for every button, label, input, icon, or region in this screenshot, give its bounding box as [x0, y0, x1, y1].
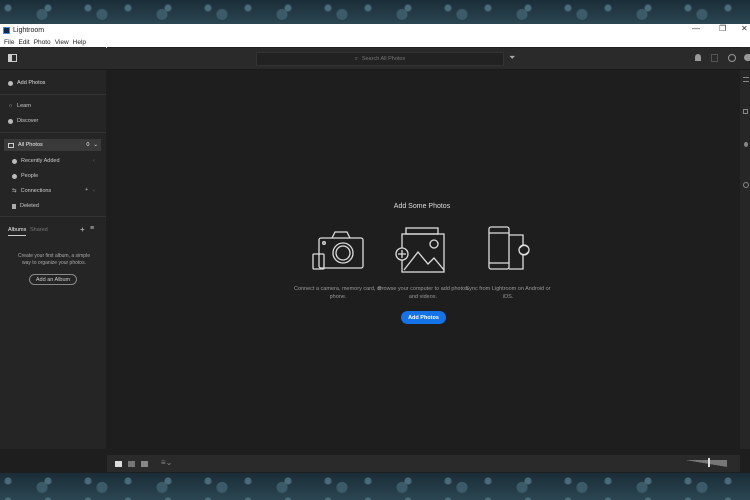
chevron-left-icon[interactable]: ‹ — [93, 188, 95, 194]
label: Deleted — [20, 203, 39, 209]
sidebar-item-learn[interactable]: ☼ Learn — [8, 103, 31, 109]
sidebar-item-deleted[interactable]: Deleted — [12, 203, 39, 209]
desktop-background — [0, 473, 750, 500]
filter-icon[interactable]: ⏷ — [509, 53, 515, 63]
right-panel-strip — [740, 47, 750, 449]
grid-view-icon[interactable] — [115, 461, 122, 467]
square-grid-icon[interactable] — [128, 461, 135, 467]
menu-view[interactable]: View — [55, 39, 69, 46]
title-bar: Lightroom — ❐ ✕ — [0, 24, 750, 37]
search-placeholder: Search All Photos — [361, 56, 406, 62]
albums-empty-text: Create your first album, a simple way to… — [18, 253, 90, 266]
trash-icon — [12, 203, 16, 209]
connections-icon: ⇆ — [12, 188, 17, 194]
mobile-sync-icon — [488, 226, 530, 270]
sort-menu-icon[interactable]: ≡⌄ — [161, 458, 172, 467]
add-photos-sidebar-button[interactable]: Add Photos — [8, 80, 45, 86]
sidebar-item-discover[interactable]: Discover — [8, 118, 38, 124]
add-connection-icon[interactable]: + — [85, 187, 88, 193]
notifications-icon[interactable] — [695, 54, 701, 61]
add-album-icon[interactable]: + — [80, 225, 85, 234]
label: Add Photos — [17, 80, 46, 86]
panel-toggle-icon[interactable] — [8, 54, 17, 62]
edit-icon[interactable] — [743, 77, 749, 82]
sync-mobile-text: Sync from Lightroom on Android or iOS. — [465, 286, 551, 300]
detail-view-icon[interactable] — [141, 461, 148, 467]
sidebar-item-connections[interactable]: ⇆ Connections — [12, 188, 51, 194]
menu-edit[interactable]: Edit — [18, 39, 29, 46]
menu-file[interactable]: File — [4, 39, 14, 46]
crop-icon[interactable] — [743, 109, 748, 114]
photos-icon — [8, 142, 14, 148]
slider-handle[interactable] — [708, 458, 710, 467]
brush-icon[interactable] — [744, 142, 748, 147]
minimize-button[interactable]: — — [692, 24, 700, 33]
label: Recently Added — [21, 158, 60, 164]
tab-shared[interactable]: Shared — [30, 227, 48, 233]
menu-help[interactable]: Help — [73, 39, 86, 46]
import-photos-icon — [395, 227, 445, 273]
search-icon: ⌕ — [354, 55, 358, 62]
lightbulb-icon: ☼ — [8, 103, 14, 109]
clock-icon — [12, 158, 17, 164]
sort-icon[interactable]: ≡ — [90, 225, 94, 232]
app-logo-icon — [3, 27, 10, 34]
sidebar-item-all-photos[interactable]: All Photos 0 ⌄ — [4, 139, 101, 151]
maximize-button[interactable]: ❐ — [719, 24, 726, 33]
search-input[interactable]: ⌕ Search All Photos — [256, 52, 504, 66]
thumbnail-size-slider[interactable] — [685, 460, 727, 467]
empty-state-heading: Add Some Photos — [393, 203, 451, 210]
chevron-down-icon[interactable]: ⌄ — [93, 142, 98, 148]
menu-photo[interactable]: Photo — [34, 39, 51, 46]
photo-count: 0 — [86, 142, 90, 148]
add-photos-button[interactable]: Add Photos — [401, 311, 446, 324]
browse-computer-text: Browse your computer to add photos and v… — [378, 286, 468, 300]
cloud-icon[interactable] — [744, 54, 750, 61]
left-sidebar: Add Photos ☼ Learn Discover All Photos 0 … — [0, 47, 106, 449]
chevron-left-icon[interactable]: ‹ — [93, 158, 95, 164]
label: Connections — [20, 188, 52, 194]
label: All Photos — [18, 142, 43, 148]
window-title: Lightroom — [13, 27, 45, 34]
desktop-background — [0, 0, 750, 24]
add-album-button[interactable]: Add an Album — [29, 274, 77, 285]
share-icon[interactable] — [711, 54, 718, 62]
person-icon — [12, 173, 17, 179]
camera-icon — [312, 231, 364, 270]
plus-circle-icon — [8, 80, 13, 86]
info-icon[interactable] — [743, 182, 749, 188]
sync-status-icon[interactable] — [728, 54, 736, 62]
label: Learn — [17, 103, 32, 109]
discover-icon — [8, 118, 13, 124]
toolbar: ⌕ Search All Photos ⏷ — [0, 48, 750, 70]
tab-albums[interactable]: Albums — [8, 227, 27, 236]
connect-device-text: Connect a camera, memory card, or phone. — [293, 286, 383, 300]
label: Discover — [17, 118, 39, 124]
sidebar-item-recently-added[interactable]: Recently Added — [12, 158, 60, 164]
close-button[interactable]: ✕ — [741, 24, 748, 33]
label: People — [21, 173, 39, 179]
bottom-toolbar: ≡⌄ — [107, 455, 740, 472]
sidebar-item-people[interactable]: People — [12, 173, 38, 179]
